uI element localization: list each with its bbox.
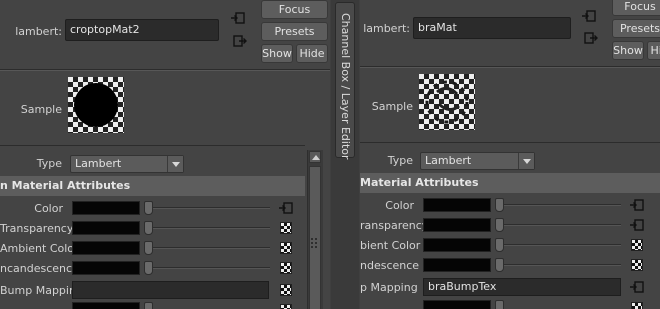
presets-button[interactable]: Presets: [612, 19, 660, 38]
map-button-icon[interactable]: [631, 239, 643, 251]
show-button[interactable]: Show: [612, 41, 644, 60]
bump-mapping-field[interactable]: braBumpTex: [423, 278, 621, 296]
output-connections-icon[interactable]: [233, 35, 247, 47]
focus-button[interactable]: Focus: [612, 0, 660, 16]
attr-label-ambient-color: bient Color: [360, 239, 421, 252]
map-connected-icon[interactable]: [630, 281, 644, 293]
attr-label-incandescence: ndescence: [360, 259, 420, 272]
channel-box-tab-strip: Channel Box / Layer Editor: [331, 0, 359, 309]
diffuse-slider-handle[interactable]: [144, 302, 153, 309]
attr-label-color: Color: [34, 202, 63, 215]
attribute-editor-right: lambert: braMat Focus Presets Show Hide …: [360, 0, 660, 309]
map-button-icon[interactable]: [280, 262, 292, 274]
transparency-slider-handle[interactable]: [495, 218, 504, 232]
separator: [360, 67, 660, 68]
incandescence-slider-track[interactable]: [501, 264, 621, 266]
attr-label-transparency: Transparency: [0, 222, 74, 235]
map-button-icon[interactable]: [280, 304, 292, 309]
type-label: Type: [387, 154, 413, 167]
node-name-field[interactable]: croptopMat2: [65, 19, 219, 41]
scroll-up-icon[interactable]: [309, 151, 321, 163]
attribute-editor-left: lambert: croptopMat2 Focus Presets Show …: [0, 0, 330, 309]
sample-label: Sample: [371, 100, 413, 113]
diffuse-swatch[interactable]: [423, 300, 491, 309]
ambient-color-swatch[interactable]: [72, 241, 140, 255]
sample-sphere-icon: [74, 83, 118, 127]
node-type-label: lambert:: [15, 25, 62, 38]
ambient-color-slider-handle[interactable]: [495, 238, 504, 252]
color-swatch[interactable]: [72, 201, 140, 215]
incandescence-slider-track[interactable]: [150, 267, 270, 269]
hide-button[interactable]: Hide: [296, 44, 328, 63]
color-slider-handle[interactable]: [495, 198, 504, 212]
map-button-icon[interactable]: [631, 259, 643, 271]
node-type-label: lambert:: [363, 22, 410, 35]
incandescence-swatch[interactable]: [423, 258, 491, 272]
transparency-slider-track[interactable]: [501, 224, 621, 226]
sample-label: Sample: [20, 103, 62, 116]
separator: [0, 145, 305, 146]
map-connected-icon[interactable]: [630, 219, 644, 231]
type-dropdown-value: Lambert: [425, 154, 472, 167]
output-connections-icon[interactable]: [584, 32, 598, 44]
type-dropdown-value: Lambert: [75, 157, 122, 170]
type-dropdown[interactable]: Lambert: [70, 155, 184, 173]
focus-button[interactable]: Focus: [261, 0, 328, 19]
map-button-icon[interactable]: [280, 242, 292, 254]
transparency-swatch[interactable]: [72, 221, 140, 235]
ambient-color-slider-track[interactable]: [150, 247, 270, 249]
material-attributes-header[interactable]: n Material Attributes: [0, 176, 305, 196]
ambient-color-slider-track[interactable]: [501, 244, 621, 246]
attr-label-color: Color: [385, 199, 414, 212]
material-sample-swatch: [68, 77, 124, 133]
node-name-field[interactable]: braMat: [413, 17, 571, 39]
type-dropdown[interactable]: Lambert: [420, 152, 535, 170]
show-button[interactable]: Show: [261, 44, 293, 63]
input-connections-icon[interactable]: [231, 12, 245, 24]
bump-mapping-field[interactable]: [72, 281, 269, 299]
scrollbar[interactable]: [307, 150, 323, 309]
attr-label-transparency: ransparency: [360, 219, 429, 232]
map-button-icon[interactable]: [280, 284, 292, 296]
map-connected-icon[interactable]: [279, 202, 293, 214]
type-label: Type: [36, 157, 62, 170]
color-slider-handle[interactable]: [144, 201, 153, 215]
attr-label-incandescence: ncandescence: [0, 262, 79, 275]
channel-box-layer-editor-tab[interactable]: Channel Box / Layer Editor: [335, 2, 355, 160]
ambient-color-slider-handle[interactable]: [144, 241, 153, 255]
map-button-icon[interactable]: [631, 302, 643, 309]
material-sample-swatch: [419, 74, 475, 130]
map-connected-icon[interactable]: [630, 199, 644, 211]
chevron-down-icon: [518, 153, 534, 169]
chevron-down-icon: [167, 156, 183, 172]
sample-sphere-icon: [425, 80, 469, 124]
color-slider-track[interactable]: [501, 204, 621, 206]
diffuse-swatch[interactable]: [72, 302, 140, 309]
color-slider-track[interactable]: [150, 207, 270, 209]
separator: [0, 70, 330, 71]
scroll-thumb[interactable]: [309, 166, 321, 309]
bump-mapping-label: Bump Mapping: [0, 284, 83, 297]
ambient-color-swatch[interactable]: [423, 238, 491, 252]
incandescence-slider-handle[interactable]: [144, 261, 153, 275]
transparency-swatch[interactable]: [423, 218, 491, 232]
diffuse-slider-handle[interactable]: [495, 300, 504, 309]
hide-button[interactable]: Hide: [647, 41, 660, 60]
map-button-icon[interactable]: [280, 222, 292, 234]
incandescence-swatch[interactable]: [72, 261, 140, 275]
bump-mapping-label: p Mapping: [360, 281, 418, 294]
color-swatch[interactable]: [423, 198, 491, 212]
transparency-slider-track[interactable]: [150, 227, 270, 229]
separator: [360, 142, 660, 143]
transparency-slider-handle[interactable]: [144, 221, 153, 235]
incandescence-slider-handle[interactable]: [495, 258, 504, 272]
tab-label: Channel Box / Layer Editor: [339, 13, 352, 160]
material-attributes-header[interactable]: Material Attributes: [360, 173, 660, 193]
attr-label-ambient-color: Ambient Color: [0, 242, 79, 255]
input-connections-icon[interactable]: [582, 10, 596, 22]
presets-button[interactable]: Presets: [261, 22, 328, 41]
grip-icon: [311, 238, 317, 248]
